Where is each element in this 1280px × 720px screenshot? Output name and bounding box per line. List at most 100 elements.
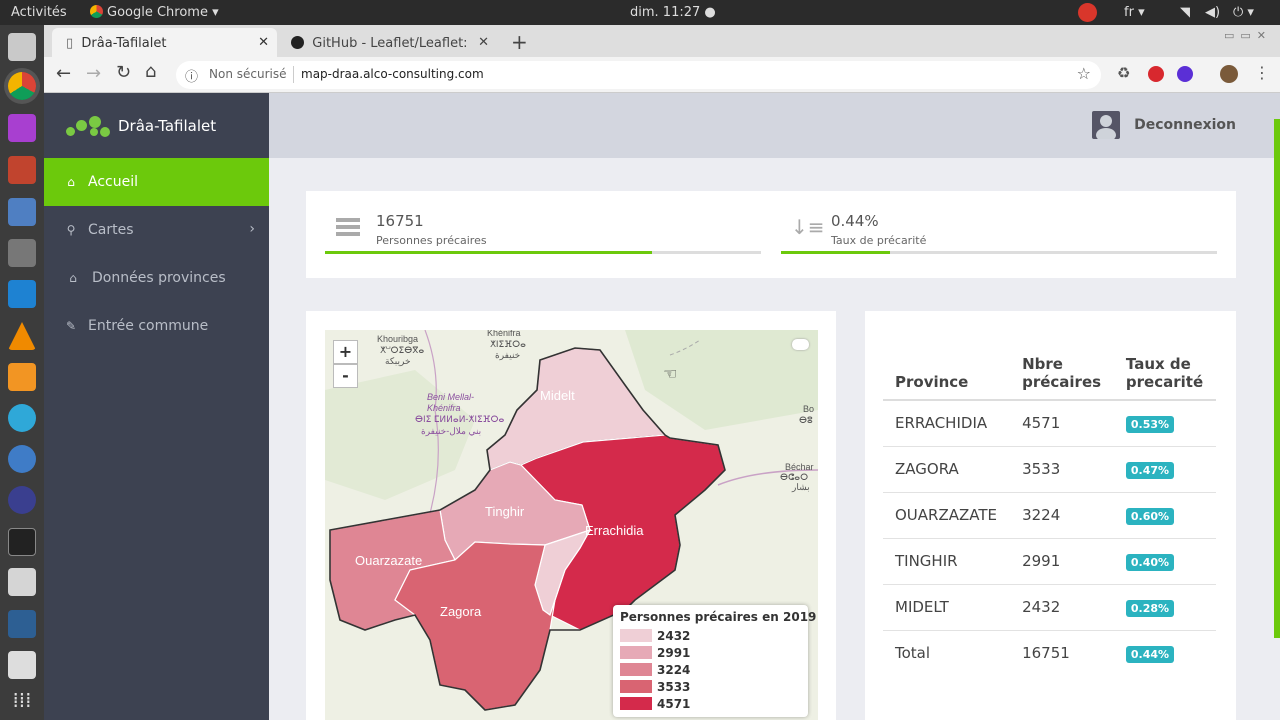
- rate-badge: 0.40%: [1125, 553, 1175, 571]
- stat-progress-fill: [781, 251, 890, 254]
- app-menu[interactable]: Google Chrome ▾: [90, 5, 219, 20]
- tab-github[interactable]: GitHub - Leaflet/Leaflet: J ✕: [277, 28, 497, 57]
- url-text: map-draa.alco-consulting.com: [301, 67, 484, 81]
- scroll-indicator[interactable]: [1274, 119, 1280, 638]
- place-label: Khénifra: [487, 330, 521, 338]
- place-label: خريبكة: [385, 356, 411, 367]
- close-icon[interactable]: ✕: [258, 35, 269, 50]
- divider: [293, 66, 294, 83]
- back-icon[interactable]: ←: [56, 63, 71, 84]
- zoom-out-button[interactable]: -: [333, 364, 358, 388]
- logout-link[interactable]: Deconnexion: [1092, 111, 1236, 139]
- close-icon[interactable]: ✕: [478, 35, 489, 50]
- forward-icon[interactable]: →: [86, 63, 101, 84]
- clock[interactable]: dim. 11:27 ●: [630, 5, 716, 20]
- clock-label: dim. 11:27: [630, 5, 701, 20]
- user-avatar: [1092, 111, 1121, 139]
- legend-label: 4571: [657, 696, 691, 711]
- home-icon[interactable]: ⌂: [145, 61, 156, 82]
- table-row-total: Total 16751 0.44%: [883, 629, 1216, 676]
- show-apps-icon[interactable]: ⁞⁞⁞: [8, 687, 36, 715]
- map-marker-icon: ⚲: [66, 223, 76, 237]
- phpstorm-icon[interactable]: [8, 114, 36, 142]
- hand-cursor-icon: ☜: [663, 364, 678, 383]
- paint-icon[interactable]: [8, 156, 36, 184]
- legend-item: 3224: [620, 662, 690, 677]
- language-indicator[interactable]: fr ▾: [1124, 5, 1145, 20]
- cell-province: MIDELT: [883, 583, 1011, 630]
- wifi-icon[interactable]: ◥: [1180, 5, 1190, 20]
- activities-button[interactable]: Activités: [11, 5, 67, 20]
- power-icon[interactable]: ⏻ ▾: [1233, 5, 1254, 20]
- place-label: ⵅⵏⵉⴼⵔⴰ: [490, 339, 526, 349]
- browser-toolbar: ← → ↻ ⌂ ⓘ Non sécurisé map-draa.alco-con…: [44, 57, 1280, 93]
- new-tab-button[interactable]: +: [511, 30, 528, 54]
- column-header-rate[interactable]: Taux de precarité: [1113, 330, 1216, 401]
- legend-swatch: [620, 680, 652, 693]
- column-header-count[interactable]: Nbre précaires: [1010, 330, 1114, 401]
- rate-badge: 0.28%: [1125, 599, 1175, 617]
- extension-icon[interactable]: [1177, 66, 1193, 82]
- place-label: Bo: [803, 404, 814, 414]
- sidebar: Drâa-Tafilalet ⌂ Accueil ⚲ Cartes › ⌂ Do…: [44, 93, 269, 720]
- record-icon[interactable]: [1078, 3, 1097, 22]
- vlc-icon[interactable]: [8, 322, 36, 350]
- vscode-icon[interactable]: [8, 280, 36, 308]
- files-icon[interactable]: [8, 33, 36, 61]
- table-row: MIDELT 2432 0.28%: [883, 583, 1216, 630]
- brand[interactable]: Drâa-Tafilalet: [44, 93, 269, 158]
- text-editor-icon[interactable]: [8, 651, 36, 679]
- place-label: خنيفرة: [495, 350, 520, 361]
- calculator-icon[interactable]: [8, 239, 36, 267]
- table-row: ZAGORA 3533 0.47%: [883, 445, 1216, 492]
- bookmark-star-icon[interactable]: ☆: [1077, 64, 1091, 83]
- profile-avatar[interactable]: [1220, 65, 1238, 83]
- column-header-province[interactable]: Province: [883, 330, 1011, 401]
- terminal-icon[interactable]: [8, 528, 36, 556]
- place-label: Beni Mellal-: [427, 392, 474, 402]
- sidebar-item-cartes[interactable]: ⚲ Cartes ›: [44, 206, 269, 254]
- screenshot-icon[interactable]: [8, 198, 36, 226]
- tab-draa-tafilalet[interactable]: ▯ Drâa-Tafilalet ✕: [52, 28, 277, 57]
- web-page: Drâa-Tafilalet ⌂ Accueil ⚲ Cartes › ⌂ Do…: [44, 93, 1280, 720]
- sidebar-item-entree-commune[interactable]: ✎ Entrée commune: [44, 302, 269, 350]
- search-tool-icon[interactable]: [8, 568, 36, 596]
- sidebar-item-donnees-provinces[interactable]: ⌂ Données provinces: [44, 254, 269, 302]
- map[interactable]: Midelt Tinghir Errachidia Ouarzazate Zag…: [325, 330, 818, 720]
- sidebar-item-label: Accueil: [88, 174, 138, 190]
- chevron-right-icon: ›: [249, 221, 255, 237]
- list-icon: [336, 218, 360, 236]
- github-icon: [291, 36, 304, 49]
- sidebar-item-accueil[interactable]: ⌂ Accueil: [44, 158, 269, 206]
- sublime-icon[interactable]: [8, 363, 36, 391]
- tab-title: Drâa-Tafilalet: [81, 36, 167, 51]
- chrome-icon[interactable]: [8, 72, 36, 100]
- table-row: TINGHIR 2991 0.40%: [883, 537, 1216, 584]
- legend-label: 2432: [657, 628, 691, 643]
- language-label: fr: [1124, 5, 1134, 20]
- mysql-workbench-icon[interactable]: [8, 610, 36, 638]
- globe-icon[interactable]: [8, 404, 36, 432]
- address-bar[interactable]: ⓘ Non sécurisé map-draa.alco-consulting.…: [176, 61, 1101, 89]
- volume-icon[interactable]: ◀): [1205, 5, 1220, 20]
- recycle-icon[interactable]: ♻: [1117, 64, 1130, 82]
- province-label: Zagora: [440, 604, 482, 619]
- top-header: Deconnexion: [269, 93, 1280, 158]
- cell-province: ZAGORA: [883, 445, 1011, 492]
- qbittorrent-icon[interactable]: [8, 445, 36, 473]
- legend-title: Personnes précaires en 2019: [620, 610, 817, 624]
- browser-tab-strip: ▯ Drâa-Tafilalet ✕ GitHub - Leaflet/Leaf…: [44, 25, 1280, 57]
- menu-icon[interactable]: ⋮: [1254, 63, 1270, 82]
- legend-item: 2432: [620, 628, 690, 643]
- adblock-icon[interactable]: [1148, 66, 1164, 82]
- cell-count: 2432: [1010, 583, 1114, 630]
- reload-icon[interactable]: ↻: [116, 62, 131, 83]
- edit-icon: ✎: [65, 319, 77, 333]
- caret-down-icon: ▾: [212, 5, 219, 20]
- logout-label: Deconnexion: [1134, 117, 1236, 133]
- zoom-in-button[interactable]: +: [333, 340, 358, 364]
- window-controls[interactable]: ▭▭✕: [1224, 29, 1272, 42]
- layer-toggle[interactable]: [792, 339, 809, 350]
- eclipse-icon[interactable]: [8, 486, 36, 514]
- cell-count: 4571: [1010, 399, 1114, 446]
